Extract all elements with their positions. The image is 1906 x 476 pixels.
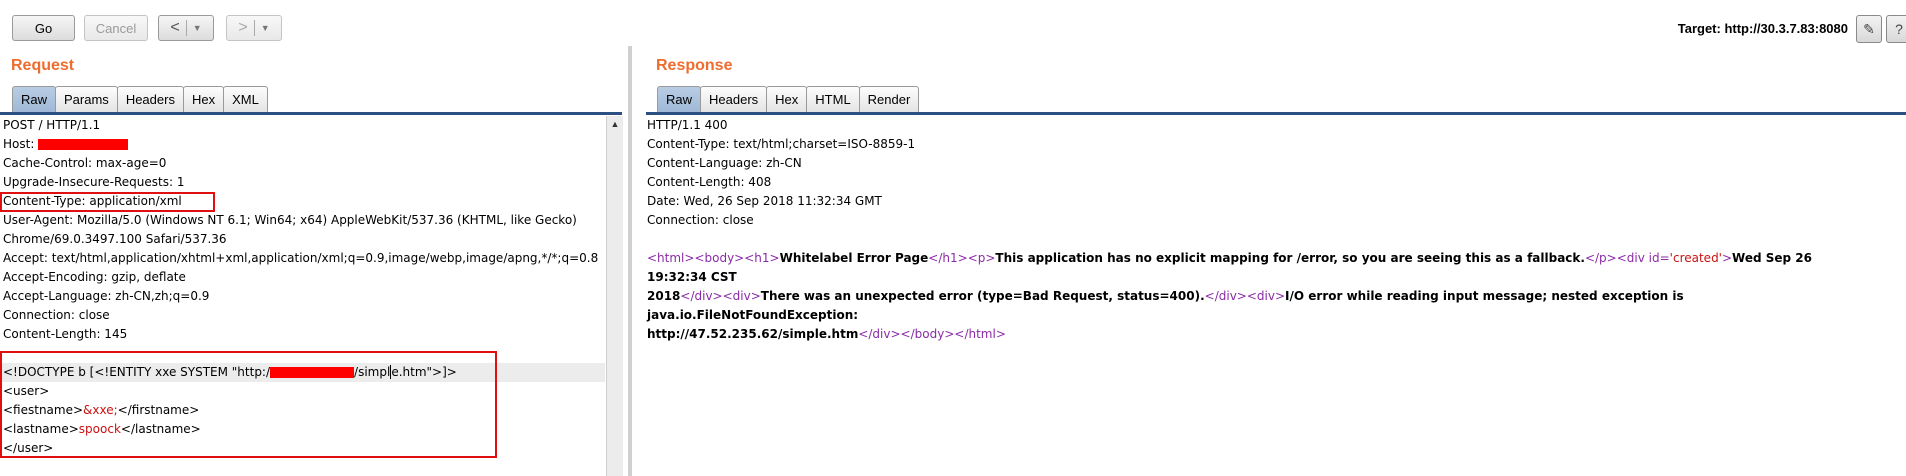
tab-render[interactable]: Render	[858, 86, 920, 112]
header-line: Cache-Control: max-age=0	[3, 156, 167, 170]
html-tag: </div>	[1204, 289, 1247, 303]
highlight-box	[0, 192, 215, 212]
highlight-box	[0, 351, 497, 458]
response-body: <html><body><h1>Whitelabel Error Page</h…	[644, 249, 1812, 344]
help-icon: ?	[1895, 21, 1903, 37]
toolbar: Go Cancel < ▼ > ▼ Target: http://30.3.7.…	[0, 0, 1906, 58]
html-tag: <div>	[1246, 289, 1286, 303]
tab-html[interactable]: HTML	[806, 86, 860, 112]
header-line: Accept: text/html,application/xhtml+xml,…	[3, 251, 599, 265]
cancel-button[interactable]: Cancel	[84, 15, 148, 41]
tab-headers[interactable]: Headers	[700, 86, 768, 112]
html-attr: id=	[1648, 251, 1670, 265]
header-line: Connection: close	[647, 213, 754, 227]
tab-hex[interactable]: Hex	[182, 86, 225, 112]
forward-arrow-icon: >	[238, 19, 248, 36]
header-line: Content-Length: 408	[647, 175, 772, 189]
chevron-down-icon[interactable]: ▼	[261, 23, 270, 33]
target-label: Target: http://30.3.7.83:8080	[1677, 21, 1848, 36]
header-line: Connection: close	[3, 308, 110, 322]
header-line: Content-Language: zh-CN	[647, 156, 802, 170]
error-paragraph-text: This application has no explicit mapping…	[995, 251, 1585, 265]
response-title: Response	[656, 57, 733, 74]
html-tag: <div	[1616, 251, 1649, 265]
request-title: Request	[11, 57, 75, 74]
html-tag: </h1>	[928, 251, 968, 265]
split-pane-divider[interactable]	[628, 46, 632, 476]
request-line: POST / HTTP/1.1	[3, 118, 101, 132]
error-message-text: There was an unexpected error (type=Bad …	[760, 289, 1205, 303]
help-button[interactable]: ?	[1886, 15, 1906, 43]
header-line: Accept-Encoding: gzip, deflate	[3, 270, 186, 284]
request-tabs: Raw Params Headers Hex XML	[12, 86, 268, 112]
tab-headers[interactable]: Headers	[116, 86, 184, 112]
tab-raw[interactable]: Raw	[657, 86, 702, 112]
tab-raw[interactable]: Raw	[12, 86, 57, 112]
edit-target-button[interactable]: ✎	[1856, 15, 1882, 43]
response-viewer[interactable]: HTTP/1.1 400 Content-Type: text/html;cha…	[644, 116, 1906, 476]
tab-underline	[0, 112, 622, 115]
html-tag: </body>	[900, 327, 955, 341]
header-line: Accept-Language: zh-CN,zh;q=0.9	[3, 289, 210, 303]
header-line: Content-Type: text/html;charset=ISO-8859…	[647, 137, 916, 151]
header-line: User-Agent: Mozilla/5.0 (Windows NT 6.1;…	[3, 213, 577, 227]
html-tag: <div>	[722, 289, 761, 303]
html-tag: </p>	[1584, 251, 1617, 265]
redaction-bar	[38, 139, 129, 150]
html-tag: <h1>	[744, 251, 780, 265]
chevron-down-icon[interactable]: ▼	[193, 23, 202, 33]
exception-url-text: http://47.52.235.62/simple.htm	[647, 327, 859, 341]
tab-xml[interactable]: XML	[223, 86, 268, 112]
header-line: Chrome/69.0.3497.100 Safari/537.36	[3, 232, 227, 246]
request-scrollbar[interactable]: ▲	[606, 116, 623, 476]
error-heading-text: Whitelabel Error Page	[779, 251, 929, 265]
tab-underline	[646, 112, 1906, 115]
go-button[interactable]: Go	[12, 15, 75, 41]
html-tag: <html>	[647, 251, 695, 265]
html-tag: </div>	[858, 327, 901, 341]
html-tag: </html>	[954, 327, 1006, 341]
forward-button[interactable]: > ▼	[226, 15, 282, 41]
error-date-text: 2018	[647, 289, 681, 303]
back-button[interactable]: < ▼	[158, 15, 214, 41]
host-header: Host:	[0, 135, 605, 154]
status-line: HTTP/1.1 400	[647, 118, 728, 132]
html-tag: >	[1721, 251, 1733, 265]
tab-hex[interactable]: Hex	[766, 86, 808, 112]
pencil-icon: ✎	[1863, 20, 1875, 37]
html-tag: <body>	[694, 251, 745, 265]
html-tag: <p>	[967, 251, 996, 265]
header-line: Date: Wed, 26 Sep 2018 11:32:34 GMT	[647, 194, 882, 208]
header-line: Content-Length: 145	[3, 327, 128, 341]
html-tag: </div>	[680, 289, 723, 303]
back-arrow-icon: <	[170, 19, 180, 36]
separator	[253, 20, 255, 36]
header-line: Upgrade-Insecure-Requests: 1	[3, 175, 185, 189]
host-label: Host:	[3, 137, 39, 151]
separator	[185, 20, 187, 36]
html-attr-value: 'created'	[1669, 251, 1722, 265]
response-tabs: Raw Headers Hex HTML Render	[657, 86, 920, 112]
tab-params[interactable]: Params	[55, 86, 118, 112]
scroll-up-icon[interactable]: ▲	[607, 116, 623, 132]
